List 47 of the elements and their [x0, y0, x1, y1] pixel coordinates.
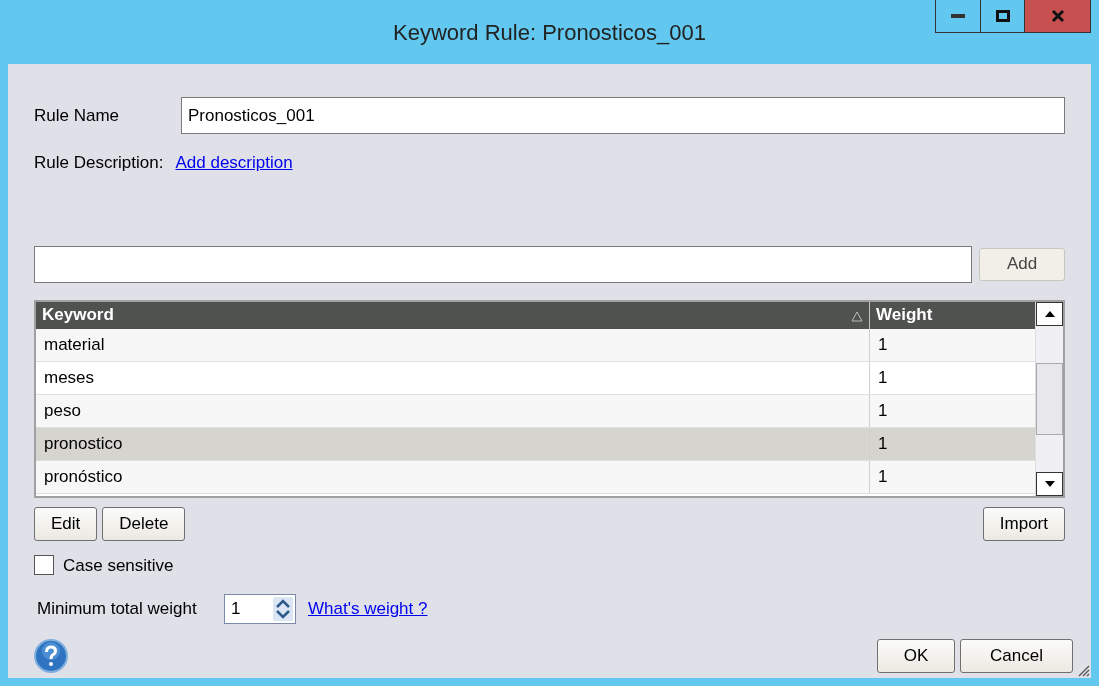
checkbox-label: Case sensitive [63, 554, 174, 577]
add-description-link[interactable]: Add description [175, 150, 293, 176]
field-label: Minimum total weight [36, 598, 198, 621]
ok-button[interactable]: OK [877, 639, 955, 673]
table-row[interactable]: meses 1 [36, 361, 1035, 395]
table-cell: pronóstico [36, 460, 870, 493]
field-label: Rule Name [34, 104, 121, 127]
scroll-thumb[interactable] [1036, 362, 1063, 435]
table-cell-text: 1 [877, 432, 889, 455]
table-row[interactable]: pronóstico 1 [36, 460, 1035, 494]
table-cell: meses [36, 361, 870, 394]
table-cell-text: 1 [877, 399, 889, 422]
checkbox[interactable] [34, 555, 54, 576]
table-cell-text: 1 [877, 366, 889, 389]
weight-spinner[interactable]: 1 [224, 594, 296, 624]
import-button[interactable]: Import [982, 506, 1065, 541]
add-button[interactable]: Add [979, 247, 1065, 281]
column-header[interactable]: Keyword [36, 301, 870, 329]
cancel-button[interactable]: Cancel [960, 639, 1073, 673]
table-cell: pronostico [36, 427, 870, 460]
close-button[interactable] [1025, 0, 1091, 33]
spinner-arrows-icon [273, 597, 293, 621]
help-icon[interactable] [34, 639, 68, 673]
minimize-button[interactable] [935, 0, 981, 33]
minimize-icon [951, 14, 965, 18]
column-header[interactable]: Weight [870, 301, 1035, 329]
table-row[interactable]: peso 1 [36, 394, 1035, 428]
resize-grip-icon[interactable] [1076, 663, 1090, 677]
edit-button[interactable]: Edit [34, 506, 98, 541]
scroll-up-icon [1044, 310, 1055, 317]
maximize-icon [995, 10, 1010, 22]
rule-name-field[interactable]: Pronosticos_001 [181, 97, 1065, 134]
table-row[interactable]: material 1 [36, 328, 1035, 362]
table-cell-text: 1 [877, 465, 889, 488]
window-title: Keyword Rule: Pronosticos_001 [392, 18, 707, 47]
table-cell: material [36, 328, 870, 361]
whats-weight-link[interactable]: What's weight ? [308, 596, 428, 622]
scroll-down-icon [1044, 480, 1055, 487]
keyword-input-field[interactable] [34, 245, 972, 283]
table-cell: peso [36, 394, 870, 427]
scrollbar[interactable] [1035, 301, 1063, 496]
field-label: Rule Description: [34, 152, 164, 174]
table-cell-text: 1 [877, 333, 889, 356]
table-row[interactable]: pronostico 1 [36, 427, 1035, 461]
close-icon [1050, 9, 1065, 23]
delete-button[interactable]: Delete [102, 506, 186, 541]
sort-icon [851, 310, 863, 322]
